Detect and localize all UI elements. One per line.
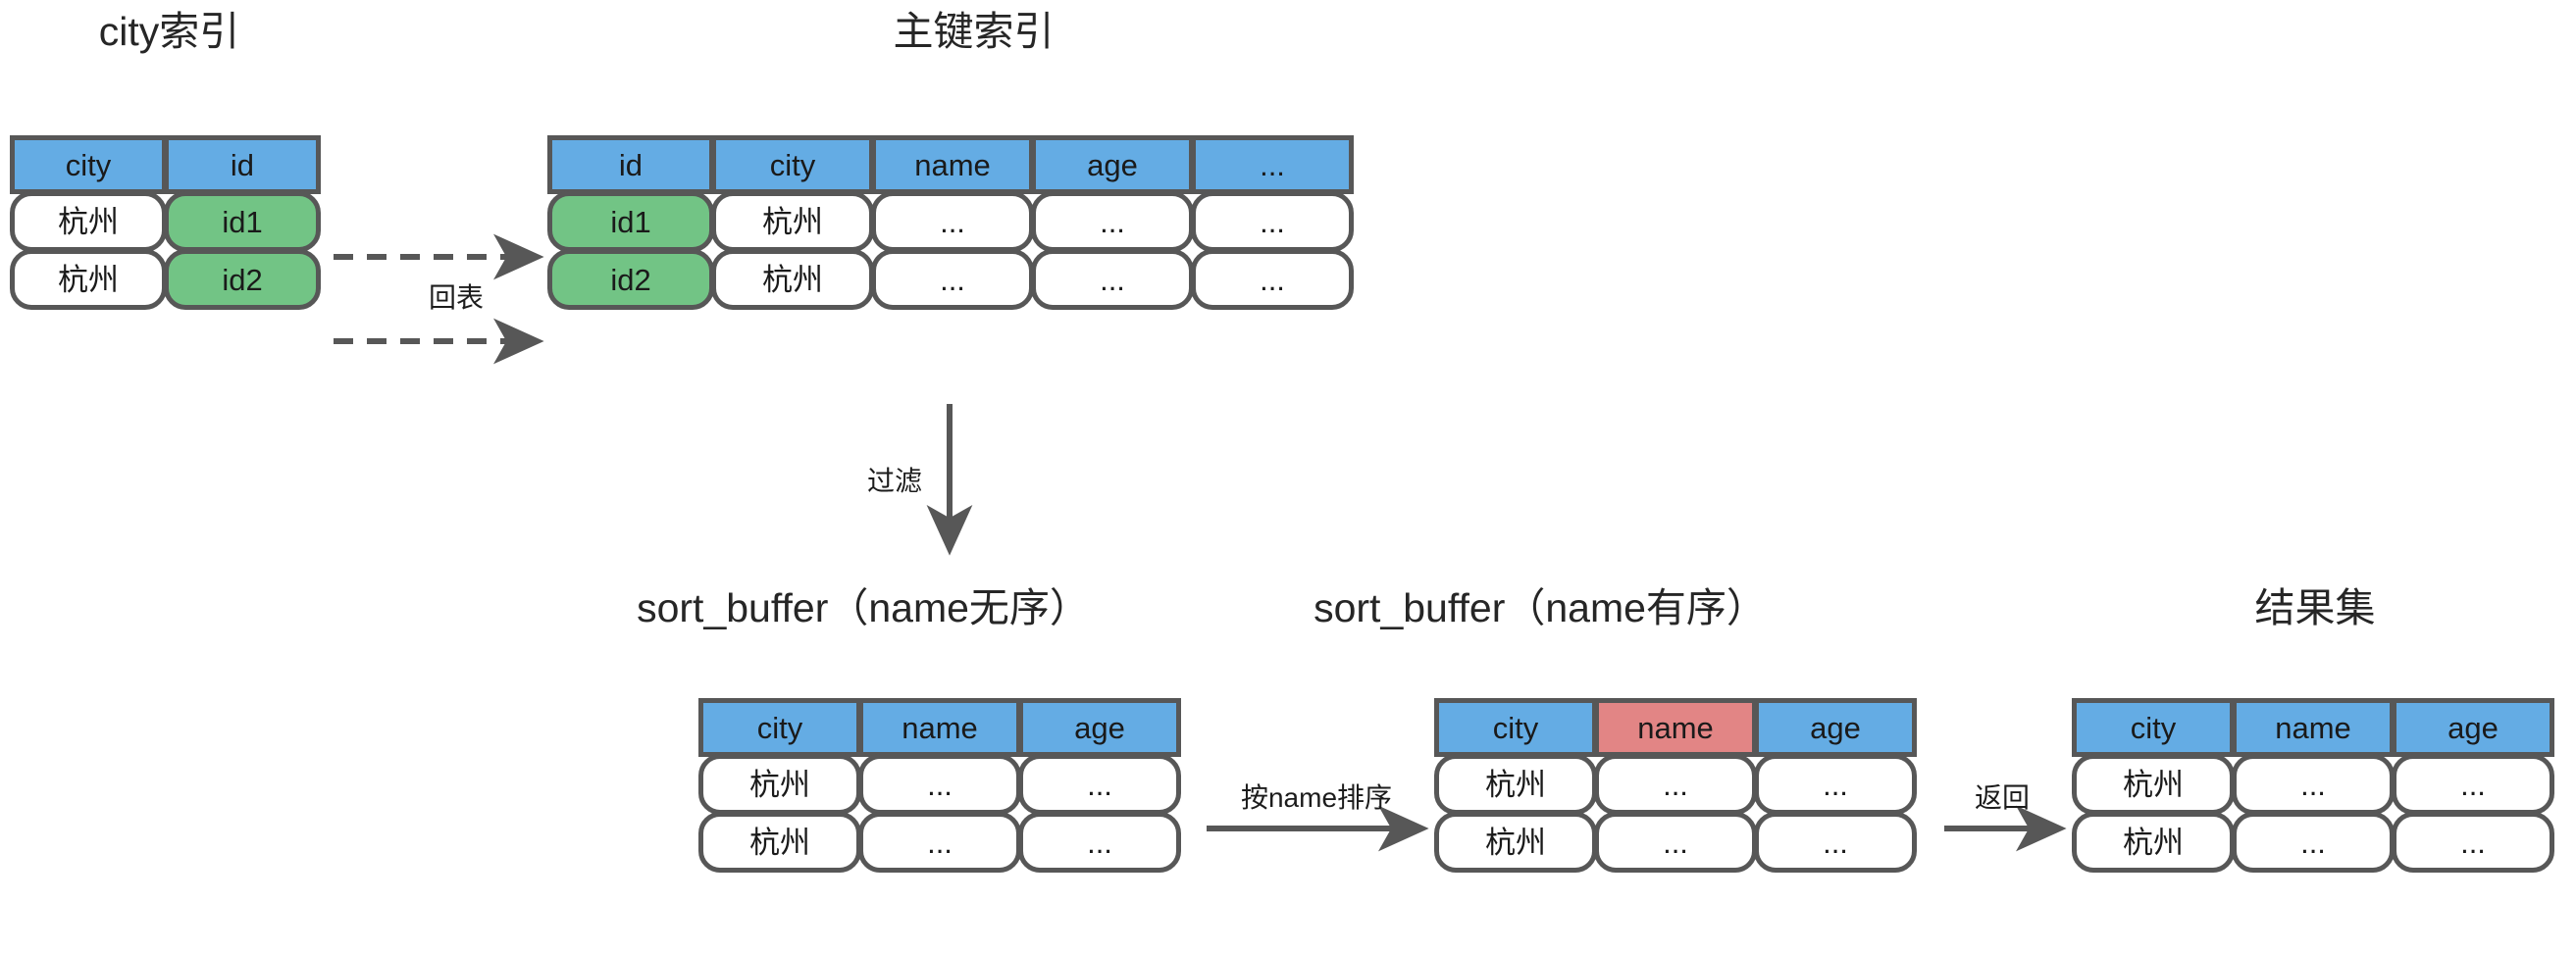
cell-city: 杭州 (10, 249, 167, 310)
column-header-name: name (2232, 698, 2395, 757)
cell-age: ... (1018, 754, 1181, 815)
cell-city: 杭州 (698, 812, 861, 873)
table-header-row: id city name age ... (547, 135, 1354, 194)
cell-age: ... (1018, 812, 1181, 873)
cell-city: 杭州 (10, 191, 167, 252)
table-sort-buffer-unsorted: city name age 杭州 ... ... 杭州 ... ... (698, 698, 1181, 873)
cell-city: 杭州 (1434, 754, 1597, 815)
column-header-id: id (547, 135, 714, 194)
cell-age: ... (2392, 754, 2554, 815)
cell-name: ... (871, 249, 1034, 310)
table-header-row: city id (10, 135, 321, 194)
cell-age: ... (1031, 249, 1194, 310)
connector-label-lookup-table: 回表 (428, 282, 484, 313)
table-header-row: city name age (698, 698, 1181, 757)
table-row: 杭州 ... ... (698, 812, 1181, 873)
cell-age: ... (1031, 191, 1194, 252)
column-header-city: city (2072, 698, 2235, 757)
title-sort-buffer-sorted: sort_buffer（name有序） (1314, 585, 1767, 630)
cell-city: 杭州 (711, 191, 874, 252)
title-primary-index: 主键索引 (893, 9, 1055, 54)
title-result-set: 结果集 (2254, 585, 2376, 630)
table-row: 杭州 ... ... (1434, 812, 1917, 873)
table-result-set: city name age 杭州 ... ... 杭州 ... ... (2072, 698, 2554, 873)
cell-city: 杭州 (711, 249, 874, 310)
column-header-name: name (1594, 698, 1757, 757)
table-row: 杭州 ... ... (1434, 754, 1917, 815)
table-row: 杭州 ... ... (2072, 754, 2554, 815)
cell-id: id1 (547, 191, 714, 252)
cell-name: ... (858, 812, 1021, 873)
cell-city: 杭州 (1434, 812, 1597, 873)
cell-city: 杭州 (698, 754, 861, 815)
cell-id: id1 (164, 191, 321, 252)
column-header-city: city (698, 698, 861, 757)
column-header-name: name (871, 135, 1034, 194)
connector-label-filter: 过滤 (866, 466, 922, 496)
cell-name: ... (2232, 812, 2395, 873)
cell-name: ... (2232, 754, 2395, 815)
column-header-city: city (10, 135, 167, 194)
cell-age: ... (1754, 812, 1917, 873)
table-row: 杭州 id1 (10, 191, 321, 252)
column-header-ellipsis: ... (1191, 135, 1354, 194)
connector-label-sort-by-name: 按name排序 (1240, 782, 1393, 813)
table-header-row: city name age (2072, 698, 2554, 757)
table-row: 杭州 id2 (10, 249, 321, 310)
cell-age: ... (2392, 812, 2554, 873)
cell-name: ... (871, 191, 1034, 252)
diagram-canvas: city索引 主键索引 sort_buffer（name无序） sort_buf… (0, 0, 2576, 953)
table-city-index: city id 杭州 id1 杭州 id2 (10, 135, 321, 310)
column-header-id: id (164, 135, 321, 194)
cell-age: ... (1754, 754, 1917, 815)
cell-name: ... (858, 754, 1021, 815)
table-header-row: city name age (1434, 698, 1917, 757)
table-row: 杭州 ... ... (2072, 812, 2554, 873)
column-header-city: city (1434, 698, 1597, 757)
cell-city: 杭州 (2072, 812, 2235, 873)
cell-name: ... (1594, 754, 1757, 815)
table-row: id1 杭州 ... ... ... (547, 191, 1354, 252)
cell-ellipsis: ... (1191, 191, 1354, 252)
cell-city: 杭州 (2072, 754, 2235, 815)
cell-name: ... (1594, 812, 1757, 873)
column-header-age: age (1031, 135, 1194, 194)
table-row: 杭州 ... ... (698, 754, 1181, 815)
cell-id: id2 (547, 249, 714, 310)
table-sort-buffer-sorted: city name age 杭州 ... ... 杭州 ... ... (1434, 698, 1917, 873)
column-header-name: name (858, 698, 1021, 757)
title-city-index: city索引 (98, 9, 240, 54)
connector-label-return: 返回 (1974, 782, 2030, 813)
cell-ellipsis: ... (1191, 249, 1354, 310)
column-header-age: age (2392, 698, 2554, 757)
column-header-age: age (1018, 698, 1181, 757)
column-header-age: age (1754, 698, 1917, 757)
title-sort-buffer-unsorted: sort_buffer（name无序） (637, 585, 1090, 630)
table-primary-index: id city name age ... id1 杭州 ... ... ... … (547, 135, 1354, 310)
cell-id: id2 (164, 249, 321, 310)
column-header-city: city (711, 135, 874, 194)
table-row: id2 杭州 ... ... ... (547, 249, 1354, 310)
